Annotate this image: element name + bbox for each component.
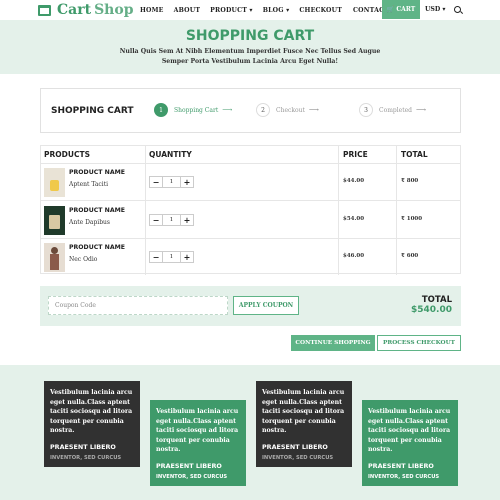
brand-word-1: Cart (57, 2, 92, 18)
decrease-button[interactable]: − (149, 251, 163, 263)
search-icon[interactable] (454, 6, 461, 13)
quantity-value[interactable]: 1 (163, 214, 180, 226)
step-shopping-cart: 1 Shopping Cart ⟶ (154, 103, 232, 117)
steps-title: SHOPPING CART (51, 106, 134, 116)
quantity-value[interactable]: 1 (163, 176, 180, 188)
testimonial-name: PRAESENT LIBERO (262, 442, 328, 451)
nav-cart-button[interactable]: 🛒 CART (382, 0, 420, 19)
testimonial-role: INVENTOR, SED CURCUS (50, 454, 122, 461)
brand-logo[interactable]: Cart Shop (38, 2, 133, 18)
page-hero: SHOPPING CART Nulla Quis Sem At Nibh Ele… (0, 20, 500, 74)
table-header: PRODUCTS QUANTITY PRICE TOTAL (41, 146, 460, 164)
decrease-button[interactable]: − (149, 214, 163, 226)
step-label: Completed (379, 106, 413, 114)
total-value: $540.00 (411, 305, 452, 315)
coupon-code-input[interactable]: Coupon Code (48, 296, 228, 315)
product-name[interactable]: PRODUCT NAME (69, 244, 125, 251)
product-thumbnail[interactable] (44, 206, 65, 235)
testimonial-name: PRAESENT LIBERO (156, 461, 222, 470)
nav-about[interactable]: ABOUT (174, 7, 201, 14)
step-number: 1 (154, 103, 168, 117)
decrease-button[interactable]: − (149, 176, 163, 188)
product-variant: Ante Dapibus (69, 219, 110, 226)
testimonial-role: INVENTOR, SED CURCUS (156, 473, 228, 480)
arrow-right-icon: ⟶ (416, 106, 427, 114)
testimonial-quote: Vestibulum lacinia arcu eget nulla.Class… (50, 389, 133, 434)
step-label: Shopping Cart (174, 106, 219, 114)
increase-button[interactable]: + (180, 214, 194, 226)
product-thumbnail[interactable] (44, 243, 65, 272)
quantity-stepper: − 1 + (149, 214, 194, 226)
line-total: ₹ 1000 (401, 216, 423, 222)
nav-product[interactable]: PRODUCT ▾ (210, 7, 253, 14)
coupon-section: Coupon Code APPLY COUPON TOTAL $540.00 (40, 286, 461, 326)
table-row: PRODUCT NAME Nec Odio − 1 + $46.00 ₹ 600 (41, 239, 460, 276)
nav-home[interactable]: HOME (140, 7, 164, 14)
line-total: ₹ 800 (401, 178, 419, 184)
step-number: 3 (359, 103, 373, 117)
table-row: PRODUCT NAME Aptent Taciti − 1 + $44.00 … (41, 164, 460, 201)
quantity-stepper: − 1 + (149, 251, 194, 263)
quantity-value[interactable]: 1 (163, 251, 180, 263)
testimonial-role: INVENTOR, SED CURCUS (262, 454, 334, 461)
top-navbar: Cart Shop HOME ABOUT PRODUCT ▾ BLOG ▾ CH… (0, 0, 500, 20)
nav-checkout[interactable]: CHECKOUT (299, 7, 342, 14)
col-quantity: QUANTITY (149, 150, 192, 159)
product-name[interactable]: PRODUCT NAME (69, 169, 125, 176)
arrow-right-icon: ⟶ (222, 106, 233, 114)
testimonials-section: Vestibulum lacinia arcu eget nulla.Class… (0, 365, 500, 500)
product-variant: Aptent Taciti (69, 181, 109, 188)
unit-price: $44.00 (343, 178, 365, 184)
total-label: TOTAL (421, 295, 452, 305)
process-checkout-button[interactable]: PROCESS CHECKOUT (377, 335, 461, 351)
testimonial-quote: Vestibulum lacinia arcu eget nulla.Class… (368, 408, 451, 453)
testimonial-quote: Vestibulum lacinia arcu eget nulla.Class… (262, 389, 345, 434)
testimonial-card: Vestibulum lacinia arcu eget nulla.Class… (44, 381, 140, 467)
main-menu: HOME ABOUT PRODUCT ▾ BLOG ▾ CHECKOUT CON… (140, 0, 389, 20)
quantity-stepper: − 1 + (149, 176, 194, 188)
testimonial-card: Vestibulum lacinia arcu eget nulla.Class… (256, 381, 352, 467)
testimonial-name: PRAESENT LIBERO (50, 442, 116, 451)
col-price: PRICE (343, 150, 368, 159)
testimonial-role: INVENTOR, SED CURCUS (368, 473, 440, 480)
increase-button[interactable]: + (180, 251, 194, 263)
step-completed: 3 Completed ⟶ (359, 103, 426, 117)
checkout-steps: SHOPPING CART 1 Shopping Cart ⟶ 2 Checko… (40, 88, 461, 133)
cart-table: PRODUCTS QUANTITY PRICE TOTAL PRODUCT NA… (40, 145, 461, 276)
col-total: TOTAL (401, 150, 428, 159)
continue-shopping-button[interactable]: CONTINUE SHOPPING (291, 335, 375, 351)
increase-button[interactable]: + (180, 176, 194, 188)
product-thumbnail[interactable] (44, 168, 65, 197)
brand-word-2: Shop (94, 2, 134, 18)
apply-coupon-button[interactable]: APPLY COUPON (233, 296, 299, 315)
unit-price: $46.00 (343, 253, 365, 259)
line-total: ₹ 600 (401, 253, 419, 259)
unit-price: $54.00 (343, 216, 365, 222)
table-row: PRODUCT NAME Ante Dapibus − 1 + $54.00 ₹… (41, 202, 460, 239)
testimonial-card: Vestibulum lacinia arcu eget nulla.Class… (362, 400, 458, 486)
testimonial-card: Vestibulum lacinia arcu eget nulla.Class… (150, 400, 246, 486)
hero-subtitle-line-1: Nulla Quis Sem At Nibh Elementum Imperdi… (119, 48, 381, 55)
product-name[interactable]: PRODUCT NAME (69, 207, 125, 214)
shopping-bag-icon (38, 4, 51, 16)
step-label: Checkout (276, 106, 305, 114)
currency-selector[interactable]: USD ▾ (425, 6, 446, 13)
product-variant: Nec Odio (69, 256, 98, 263)
page-title: SHOPPING CART (185, 28, 315, 44)
step-number: 2 (256, 103, 270, 117)
hero-subtitle-line-2: Semper Porta Vestibulum Lacinia Arcu Ege… (161, 58, 339, 65)
testimonial-name: PRAESENT LIBERO (368, 461, 434, 470)
col-products: PRODUCTS (44, 150, 90, 159)
nav-blog[interactable]: BLOG ▾ (263, 7, 290, 14)
arrow-right-icon: ⟶ (308, 106, 319, 114)
step-checkout: 2 Checkout ⟶ (256, 103, 319, 117)
testimonial-quote: Vestibulum lacinia arcu eget nulla.Class… (156, 408, 239, 453)
